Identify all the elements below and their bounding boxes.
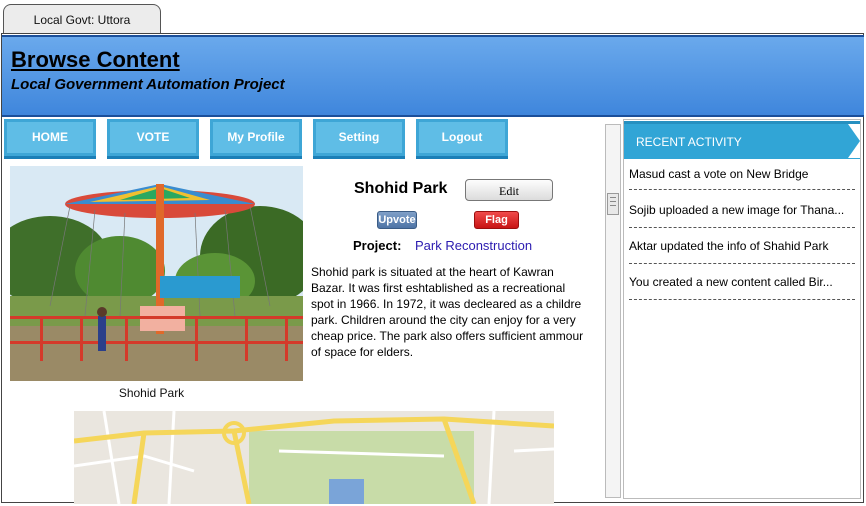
description-line: park. Children around the city can enjoy… (311, 313, 576, 327)
project-label: Project: (353, 238, 402, 253)
activity-divider (629, 189, 855, 190)
description-line: spot in 1966. In 1972, it was decleared … (311, 297, 582, 311)
content-description: Shohid park is situated at the heart of … (311, 264, 605, 360)
activity-item[interactable]: Sojib uploaded a new image for Thana... (629, 203, 855, 217)
photo-caption: Shohid Park (118, 386, 185, 400)
project-link[interactable]: Park Reconstruction (415, 238, 532, 253)
header-ribbon-notch (848, 124, 860, 158)
nav-setting-button[interactable]: Setting (313, 119, 405, 159)
page-subtitle: Local Government Automation Project (11, 76, 285, 93)
description-line: cheap price. The park also offers suffic… (311, 329, 584, 343)
activity-item[interactable]: Aktar updated the info of Shahid Park (629, 239, 855, 253)
activity-divider (629, 227, 855, 228)
nav-home-button[interactable]: HOME (4, 119, 96, 159)
description-line: of space for elders. (311, 345, 414, 359)
content-scrollbar[interactable] (605, 124, 621, 498)
content-title: Shohid Park (354, 180, 448, 197)
description-line: Shohid park is situated at the heart of … (311, 265, 554, 279)
page-title: Browse Content (11, 47, 180, 72)
location-map[interactable] (74, 411, 554, 504)
activity-divider (629, 299, 855, 300)
window-tab[interactable]: Local Govt: Uttora (3, 4, 161, 34)
activity-item[interactable]: Masud cast a vote on New Bridge (629, 167, 855, 181)
nav-logout-button[interactable]: Logout (416, 119, 508, 159)
scrollbar-thumb[interactable] (607, 193, 619, 215)
flag-button[interactable]: Flag (474, 211, 519, 229)
activity-divider (629, 263, 855, 264)
edit-button[interactable]: Edit (465, 179, 553, 201)
recent-activity-title: RECENT ACTIVITY (636, 135, 742, 149)
activity-item[interactable]: You created a new content called Bir... (629, 275, 855, 289)
nav-vote-button[interactable]: VOTE (107, 119, 199, 159)
upvote-button[interactable]: Upvote (377, 211, 417, 229)
recent-activity-header: RECENT ACTIVITY (624, 121, 860, 159)
park-photo (10, 166, 303, 381)
page-header: Browse Content Local Government Automati… (2, 35, 864, 117)
description-line: Bazar. It was first eshtablished as a re… (311, 281, 566, 295)
nav-profile-button[interactable]: My Profile (210, 119, 302, 159)
